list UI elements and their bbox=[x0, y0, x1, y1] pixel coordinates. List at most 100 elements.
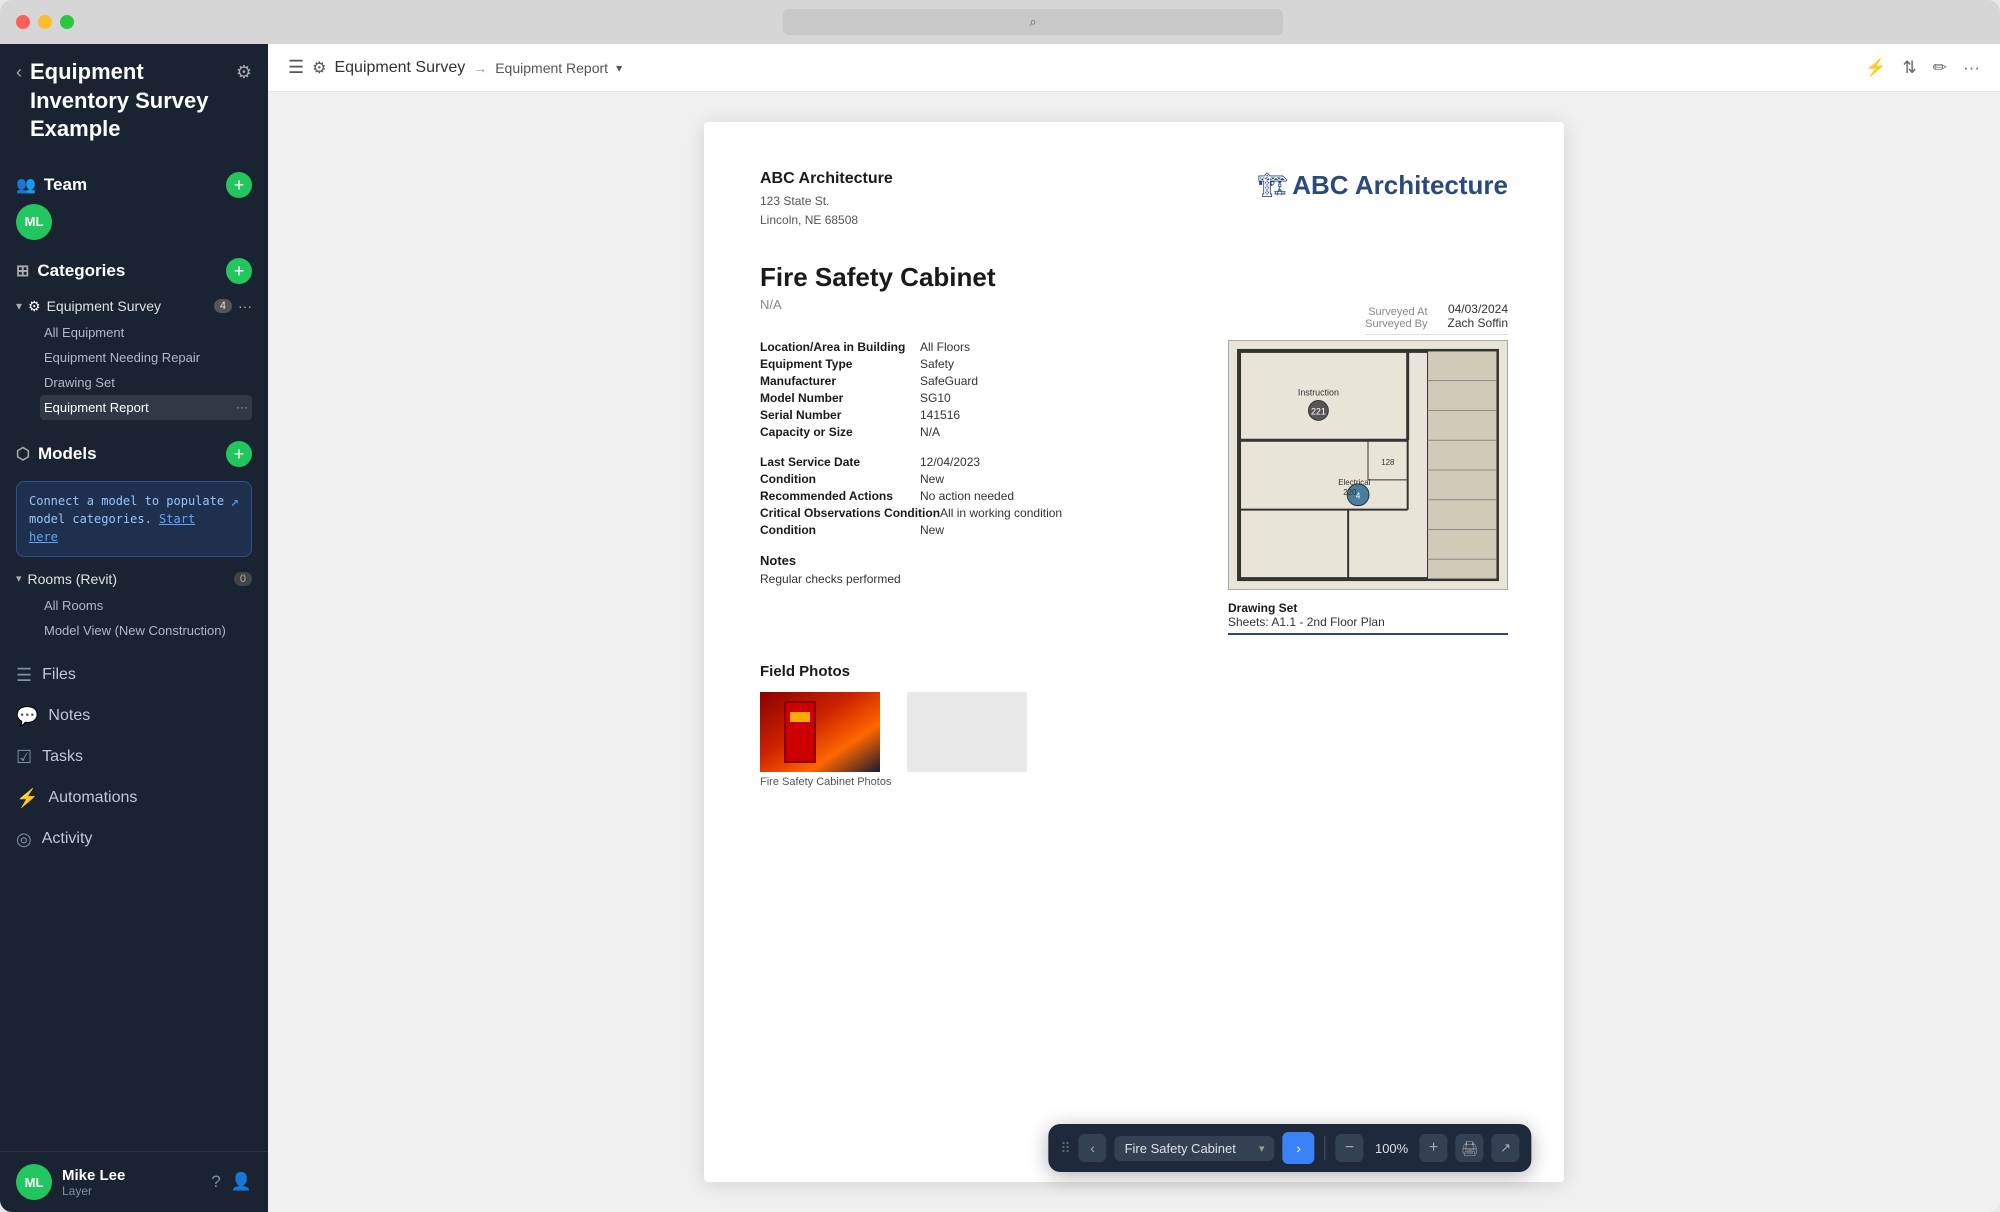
settings-icon[interactable]: ⚙ bbox=[236, 62, 252, 83]
models-tip-text: Connect a model to populate model catego… bbox=[29, 492, 227, 546]
critical-observations-row: Critical Observations Condition All in w… bbox=[760, 506, 1188, 520]
sidebar-item-activity[interactable]: ◎ Activity bbox=[0, 819, 268, 860]
user-details: Mike Lee Layer bbox=[62, 1167, 125, 1198]
url-bar[interactable]: ⌕ bbox=[783, 9, 1283, 35]
drag-handle-icon[interactable]: ⠿ bbox=[1060, 1140, 1070, 1157]
condition-row: Condition New bbox=[760, 472, 1188, 486]
report-dropdown-icon[interactable]: ▾ bbox=[616, 61, 622, 75]
models-section: ⬡ Models + Connect a model to populate m… bbox=[0, 427, 268, 647]
category-more-icon[interactable]: ··· bbox=[238, 298, 252, 314]
sidebar-item-automations[interactable]: ⚡ Automations bbox=[0, 778, 268, 819]
photo-item-2 bbox=[907, 692, 1027, 788]
serial-number-row: Serial Number 141516 bbox=[760, 408, 1188, 422]
content-area[interactable]: ABC Architecture 123 State St. Lincoln, … bbox=[268, 92, 2000, 1212]
svg-text:128: 128 bbox=[1381, 458, 1395, 467]
zoom-out-button[interactable]: − bbox=[1336, 1134, 1364, 1162]
notes-value: Regular checks performed bbox=[760, 572, 1188, 586]
categories-section: ⊞ Categories + ▾ ⚙ Equipment Survey 4 ··… bbox=[0, 244, 268, 427]
hamburger-icon[interactable]: ☰ bbox=[288, 57, 304, 78]
models-tip-link[interactable]: Start here bbox=[29, 512, 195, 544]
photo-item: Fire Safety Cabinet Photos bbox=[760, 692, 891, 788]
detail-group-1: Location/Area in Building All Floors Equ… bbox=[760, 340, 1188, 439]
sidebar-item-equipment-report[interactable]: Equipment Report ··· bbox=[40, 395, 252, 420]
surveyed-at-block: Surveyed At Surveyed By bbox=[1365, 306, 1427, 330]
sidebar-item-tasks[interactable]: ☑ Tasks bbox=[0, 737, 268, 778]
categories-header: ⊞ Categories + bbox=[16, 250, 252, 290]
external-link-button[interactable]: ↗ bbox=[1492, 1134, 1520, 1162]
sidebar-item-all-equipment[interactable]: All Equipment bbox=[40, 320, 252, 345]
external-link-icon: ↗ bbox=[1500, 1140, 1511, 1156]
zoom-in-button[interactable]: + bbox=[1420, 1134, 1448, 1162]
profile-icon[interactable]: 👤 bbox=[231, 1172, 252, 1192]
sidebar-title: Equipment Inventory Survey Example bbox=[30, 58, 228, 144]
company-address: 123 State St. Lincoln, NE 68508 bbox=[760, 192, 893, 230]
svg-text:4: 4 bbox=[1356, 492, 1361, 501]
toolbar-divider bbox=[1325, 1136, 1326, 1160]
user-avatar: ML bbox=[16, 204, 52, 240]
edit-icon[interactable]: ✏ bbox=[1933, 58, 1947, 78]
models-connect-tip[interactable]: Connect a model to populate model catego… bbox=[16, 481, 252, 557]
files-icon: ☰ bbox=[16, 665, 32, 686]
rooms-header[interactable]: ▾ Rooms (Revit) 0 bbox=[16, 565, 252, 593]
detail-group-2: Last Service Date 12/04/2023 Condition N… bbox=[760, 455, 1188, 537]
company-logo: 🏗 ABC Architecture bbox=[1258, 170, 1508, 201]
equipment-survey-header: ▾ ⚙ Equipment Survey 4 ··· bbox=[16, 293, 252, 320]
print-button[interactable]: 🖨 bbox=[1456, 1134, 1484, 1162]
avatar[interactable]: ML bbox=[16, 204, 252, 240]
equipment-type-row: Equipment Type Safety bbox=[760, 357, 1188, 371]
notes-title: Notes bbox=[760, 553, 1188, 568]
sidebar-item-files[interactable]: ☰ Files bbox=[0, 655, 268, 696]
tip-arrow-icon: ↗ bbox=[231, 492, 239, 513]
rooms-submenu: All Rooms Model View (New Construction) bbox=[16, 593, 252, 643]
back-button[interactable]: ‹ bbox=[16, 62, 22, 83]
team-section: 👥 Team + ML bbox=[0, 158, 268, 244]
company-info: ABC Architecture 123 State St. Lincoln, … bbox=[760, 170, 893, 230]
item-selector[interactable]: Fire Safety Cabinet ▾ bbox=[1115, 1136, 1275, 1161]
chevron-down-icon: ▾ bbox=[16, 299, 22, 313]
team-icon: 👥 bbox=[16, 175, 36, 195]
search-icon: ⌕ bbox=[1029, 14, 1036, 30]
sidebar-item-notes[interactable]: 💬 Notes bbox=[0, 696, 268, 737]
sidebar-item-drawing-set[interactable]: Drawing Set bbox=[40, 370, 252, 395]
surveyed-values-block: 04/03/2024 Zach Soffin bbox=[1448, 302, 1508, 330]
photo-container: Fire Safety Cabinet Photos bbox=[760, 692, 1508, 788]
add-category-button[interactable]: + bbox=[226, 258, 252, 284]
footer-actions: ? 👤 bbox=[211, 1172, 252, 1192]
field-photos-section: Field Photos bbox=[760, 663, 1508, 788]
maximize-button[interactable] bbox=[60, 15, 74, 29]
sort-icon[interactable]: ⇅ bbox=[1903, 58, 1917, 78]
models-label: ⬡ Models bbox=[16, 444, 97, 464]
equipment-survey-submenu: All Equipment Equipment Needing Repair D… bbox=[16, 320, 252, 420]
close-button[interactable] bbox=[16, 15, 30, 29]
recommended-actions-row: Recommended Actions No action needed bbox=[760, 489, 1188, 503]
report-document: ABC Architecture 123 State St. Lincoln, … bbox=[704, 122, 1564, 1182]
report-details: Location/Area in Building All Floors Equ… bbox=[760, 340, 1508, 635]
details-left: Location/Area in Building All Floors Equ… bbox=[760, 340, 1188, 635]
svg-text:221: 221 bbox=[1311, 407, 1326, 417]
print-icon: 🖨 bbox=[1461, 1140, 1479, 1157]
submenu-more-icon[interactable]: ··· bbox=[236, 400, 248, 414]
tasks-icon: ☑ bbox=[16, 747, 32, 768]
add-team-button[interactable]: + bbox=[226, 172, 252, 198]
sidebar-item-equipment-repair[interactable]: Equipment Needing Repair bbox=[40, 345, 252, 370]
equipment-survey-category[interactable]: ▾ ⚙ Equipment Survey 4 ··· All Equipment… bbox=[16, 290, 252, 423]
sidebar-item-model-view[interactable]: Model View (New Construction) bbox=[40, 618, 252, 643]
next-button[interactable]: › bbox=[1283, 1132, 1315, 1164]
sidebar-footer: ML Mike Lee Layer ? 👤 bbox=[0, 1151, 268, 1212]
prev-button[interactable]: ‹ bbox=[1079, 1134, 1107, 1162]
filter-icon[interactable]: ⚡ bbox=[1865, 58, 1886, 78]
floor-plan-section: Instruction 221 4 Electrical 220 12 bbox=[1228, 340, 1508, 635]
location-row: Location/Area in Building All Floors bbox=[760, 340, 1188, 354]
activity-icon: ◎ bbox=[16, 829, 32, 850]
user-info: ML Mike Lee Layer bbox=[16, 1164, 125, 1200]
models-header: ⬡ Models + bbox=[16, 433, 252, 473]
logo-icon: 🏗 bbox=[1258, 171, 1288, 200]
titlebar: ⌕ bbox=[0, 0, 2000, 44]
sidebar-item-all-rooms[interactable]: All Rooms bbox=[40, 593, 252, 618]
more-options-icon[interactable]: ··· bbox=[1963, 58, 1980, 78]
report-header: ABC Architecture 123 State St. Lincoln, … bbox=[760, 170, 1508, 230]
bottom-toolbar: ⠿ ‹ Fire Safety Cabinet ▾ › − 100% + bbox=[1048, 1124, 1531, 1172]
minimize-button[interactable] bbox=[38, 15, 52, 29]
add-model-button[interactable]: + bbox=[226, 441, 252, 467]
help-icon[interactable]: ? bbox=[211, 1172, 220, 1192]
